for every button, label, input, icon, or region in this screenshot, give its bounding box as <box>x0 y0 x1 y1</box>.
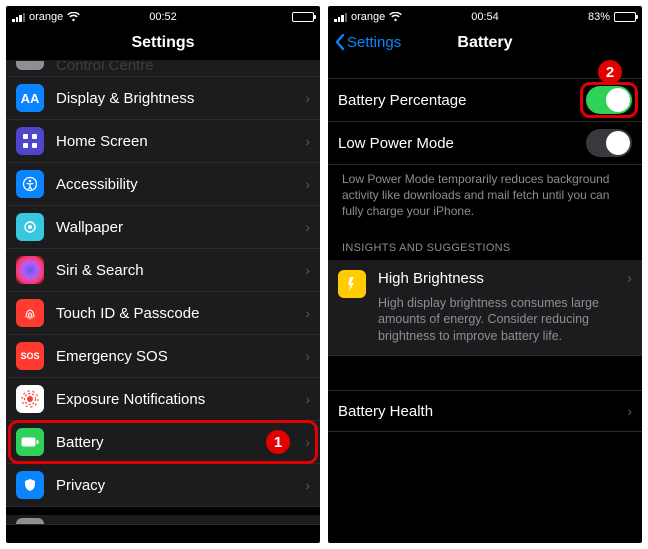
row-label: Display & Brightness <box>56 90 305 107</box>
row-privacy[interactable]: Privacy › <box>6 464 320 507</box>
accessibility-icon <box>16 170 44 198</box>
annotation-badge-1: 1 <box>266 430 290 454</box>
page-title: Battery <box>457 34 512 51</box>
chevron-right-icon: › <box>305 90 310 106</box>
chevron-right-icon: › <box>305 133 310 149</box>
brightness-icon <box>338 270 366 298</box>
page-title: Settings <box>131 34 194 51</box>
chevron-right-icon: › <box>627 270 632 287</box>
chevron-right-icon: › <box>305 262 310 278</box>
row-touchid-passcode[interactable]: Touch ID & Passcode › <box>6 292 320 335</box>
clock: 00:52 <box>6 11 320 23</box>
row-label: Wallpaper <box>56 219 305 236</box>
insight-high-brightness[interactable]: High Brightness › High display brightnes… <box>328 260 642 357</box>
row-label: Touch ID & Passcode <box>56 305 305 322</box>
battery-icon <box>292 12 314 22</box>
row-exposure-notifications[interactable]: Exposure Notifications › <box>6 378 320 421</box>
chevron-right-icon: › <box>627 403 632 419</box>
nav-header: Settings Battery 2 <box>328 26 642 60</box>
grid-icon <box>16 127 44 155</box>
row-low-power-mode: Low Power Mode <box>328 122 642 165</box>
battery-list[interactable]: Battery Percentage Low Power Mode Low Po… <box>328 60 642 543</box>
touchid-icon <box>16 299 44 327</box>
annotation-badge-2: 2 <box>598 60 622 84</box>
row-battery-percentage: Battery Percentage <box>328 78 642 122</box>
chevron-right-icon: › <box>305 348 310 364</box>
insights-header: INSIGHTS AND SUGGESTIONS <box>328 226 642 260</box>
partial-row-top[interactable]: Control Centre <box>6 61 320 77</box>
clock: 00:54 <box>328 11 642 23</box>
battery-screen: orange 00:54 83% Settings Battery 2 Batt… <box>328 6 642 543</box>
settings-screen: orange 00:52 Settings Control Centre AA … <box>6 6 320 543</box>
row-label: Accessibility <box>56 176 305 193</box>
row-siri-search[interactable]: Siri & Search › <box>6 249 320 292</box>
row-battery-health[interactable]: Battery Health › <box>328 390 642 432</box>
row-label: Exposure Notifications <box>56 391 305 408</box>
row-label: Privacy <box>56 477 305 494</box>
exposure-icon <box>16 385 44 413</box>
wallpaper-icon <box>16 213 44 241</box>
battery-percentage-toggle[interactable] <box>586 86 632 114</box>
nav-header: Settings <box>6 26 320 61</box>
back-button[interactable]: Settings <box>334 33 401 51</box>
status-bar: orange 00:54 83% <box>328 6 642 26</box>
chevron-left-icon <box>334 33 345 51</box>
partial-row-bottom[interactable] <box>6 515 320 525</box>
row-battery[interactable]: Battery 1 › <box>6 421 320 464</box>
siri-icon <box>16 256 44 284</box>
chevron-right-icon: › <box>305 434 310 450</box>
row-label: Battery Health <box>338 403 627 420</box>
row-display-brightness[interactable]: AA Display & Brightness › <box>6 77 320 120</box>
back-label: Settings <box>347 34 401 51</box>
chevron-right-icon: › <box>305 176 310 192</box>
battery-icon <box>614 12 636 22</box>
row-home-screen[interactable]: Home Screen › <box>6 120 320 163</box>
row-label: Home Screen <box>56 133 305 150</box>
privacy-icon <box>16 471 44 499</box>
settings-list[interactable]: Control Centre AA Display & Brightness ›… <box>6 61 320 543</box>
row-label: Emergency SOS <box>56 348 305 365</box>
battery-icon <box>16 428 44 456</box>
chevron-right-icon: › <box>305 305 310 321</box>
row-label: Siri & Search <box>56 262 305 279</box>
row-accessibility[interactable]: Accessibility › <box>6 163 320 206</box>
low-power-mode-toggle[interactable] <box>586 129 632 157</box>
row-emergency-sos[interactable]: SOS Emergency SOS › <box>6 335 320 378</box>
chevron-right-icon: › <box>305 477 310 493</box>
row-label: Low Power Mode <box>338 135 586 152</box>
status-bar: orange 00:52 <box>6 6 320 26</box>
low-power-footer: Low Power Mode temporarily reduces backg… <box>328 165 642 226</box>
row-label: Battery Percentage <box>338 92 586 109</box>
sos-icon: SOS <box>16 342 44 370</box>
insight-description: High display brightness consumes large a… <box>378 295 632 346</box>
chevron-right-icon: › <box>305 219 310 235</box>
row-wallpaper[interactable]: Wallpaper › <box>6 206 320 249</box>
aa-icon: AA <box>16 84 44 112</box>
insight-title: High Brightness <box>378 270 484 287</box>
chevron-right-icon: › <box>305 391 310 407</box>
